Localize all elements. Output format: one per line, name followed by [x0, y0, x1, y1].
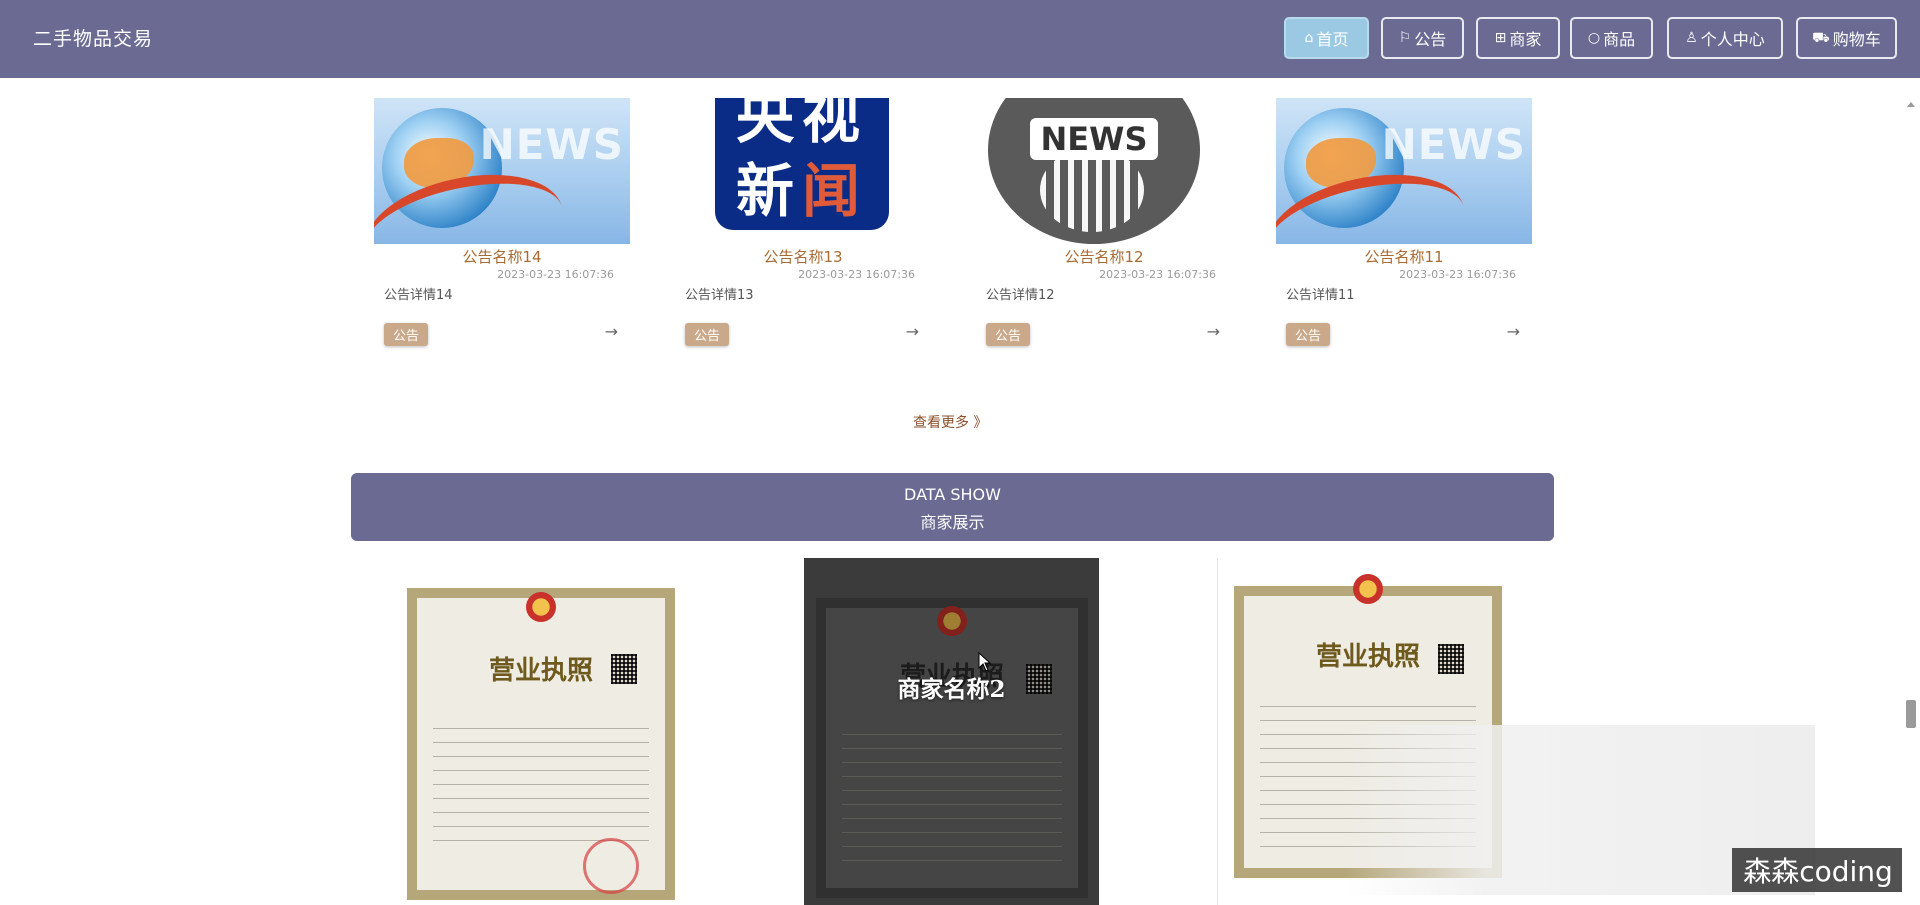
scrollbar-thumb[interactable]	[1906, 700, 1916, 728]
notice-detail: 公告详情11	[1286, 288, 1355, 303]
business-license-image: 营业执照	[407, 588, 675, 900]
news-word: NEWS	[479, 120, 624, 169]
notice-date: 2023-03-23 16:07:36	[497, 268, 614, 281]
vertical-scrollbar[interactable]	[1902, 78, 1920, 905]
notice-card[interactable]: 央视 新闻 公告名称13 2023-03-23 16:07:36 公告详情13 …	[675, 98, 931, 348]
nav-notice-button[interactable]: ⚐ 公告	[1381, 17, 1464, 59]
site-brand[interactable]: 二手物品交易	[33, 24, 153, 51]
news-globe-image[interactable]: NEWS	[1276, 98, 1532, 244]
cart-icon: ⛟	[1812, 30, 1830, 46]
merchant-card[interactable]: 营业执照 商家名称2	[804, 558, 1099, 905]
notice-tag: 公告	[685, 323, 730, 346]
nav-label: 商品	[1603, 30, 1636, 49]
notice-tag: 公告	[986, 323, 1031, 346]
top-navbar: 二手物品交易 ⌂ 首页 ⚐ 公告 ⊞ 商家 ○ 商品 ♙ 个人中心 ⛟ 购物车	[0, 0, 1920, 78]
image-text: NEWS	[1030, 118, 1158, 160]
nav-merchant-button[interactable]: ⊞ 商家	[1476, 17, 1560, 59]
arrow-right-icon[interactable]: →	[1507, 322, 1520, 341]
home-icon: ⌂	[1304, 30, 1314, 46]
nav-label: 商家	[1509, 30, 1542, 49]
notice-title[interactable]: 公告名称12	[976, 246, 1232, 267]
news-word: NEWS	[1381, 120, 1526, 169]
user-icon: ♙	[1685, 30, 1698, 46]
arrow-right-icon[interactable]: →	[605, 322, 618, 341]
nav-label: 购物车	[1832, 30, 1881, 49]
arrow-right-icon[interactable]: →	[1207, 322, 1220, 341]
notice-tag: 公告	[1286, 323, 1331, 346]
view-more-link[interactable]: 查看更多 》	[913, 412, 987, 432]
nav-label: 首页	[1316, 30, 1349, 49]
notice-detail: 公告详情13	[685, 288, 754, 303]
image-text: 新闻	[735, 157, 869, 225]
notice-title[interactable]: 公告名称13	[675, 246, 931, 267]
section-title-en: DATA SHOW	[904, 485, 1001, 504]
notice-card[interactable]: NEWS 公告名称12 2023-03-23 16:07:36 公告详情12 公…	[976, 98, 1232, 348]
cctv-news-image[interactable]: 央视 新闻	[675, 98, 931, 244]
notice-date: 2023-03-23 16:07:36	[1099, 268, 1216, 281]
notice-detail: 公告详情12	[986, 288, 1055, 303]
notice-title[interactable]: 公告名称11	[1276, 246, 1532, 267]
notice-detail: 公告详情14	[384, 288, 453, 303]
arrow-right-icon[interactable]: →	[906, 322, 919, 341]
notice-tag: 公告	[384, 323, 429, 346]
shop-icon: ⊞	[1494, 30, 1507, 46]
merchant-card[interactable]: 营业执照	[393, 558, 688, 905]
nav-label: 个人中心	[1700, 30, 1765, 49]
nav-label: 公告	[1414, 30, 1447, 49]
news-circle-image[interactable]: NEWS	[976, 98, 1232, 244]
watermark: 森森coding	[1732, 848, 1904, 892]
flag-icon: ⚐	[1398, 30, 1412, 46]
nav-cart-button[interactable]: ⛟ 购物车	[1796, 17, 1897, 59]
merchant-name[interactable]: 商家名称2	[804, 670, 1099, 704]
notice-title[interactable]: 公告名称14	[374, 246, 630, 267]
notice-date: 2023-03-23 16:07:36	[1399, 268, 1516, 281]
nav-home-button[interactable]: ⌂ 首页	[1284, 17, 1369, 59]
section-title-cn: 商家展示	[920, 513, 985, 532]
nav-goods-button[interactable]: ○ 商品	[1570, 17, 1653, 59]
notice-card[interactable]: NEWS 公告名称14 2023-03-23 16:07:36 公告详情14 公…	[374, 98, 630, 348]
news-globe-image[interactable]: NEWS	[374, 98, 630, 244]
nav-profile-button[interactable]: ♙ 个人中心	[1667, 17, 1783, 59]
notice-date: 2023-03-23 16:07:36	[798, 268, 915, 281]
section-banner: DATA SHOW 商家展示	[351, 473, 1554, 541]
circle-icon: ○	[1587, 30, 1601, 46]
scroll-up-arrow-icon[interactable]	[1907, 102, 1915, 107]
notice-card[interactable]: NEWS 公告名称11 2023-03-23 16:07:36 公告详情11 公…	[1276, 98, 1532, 348]
